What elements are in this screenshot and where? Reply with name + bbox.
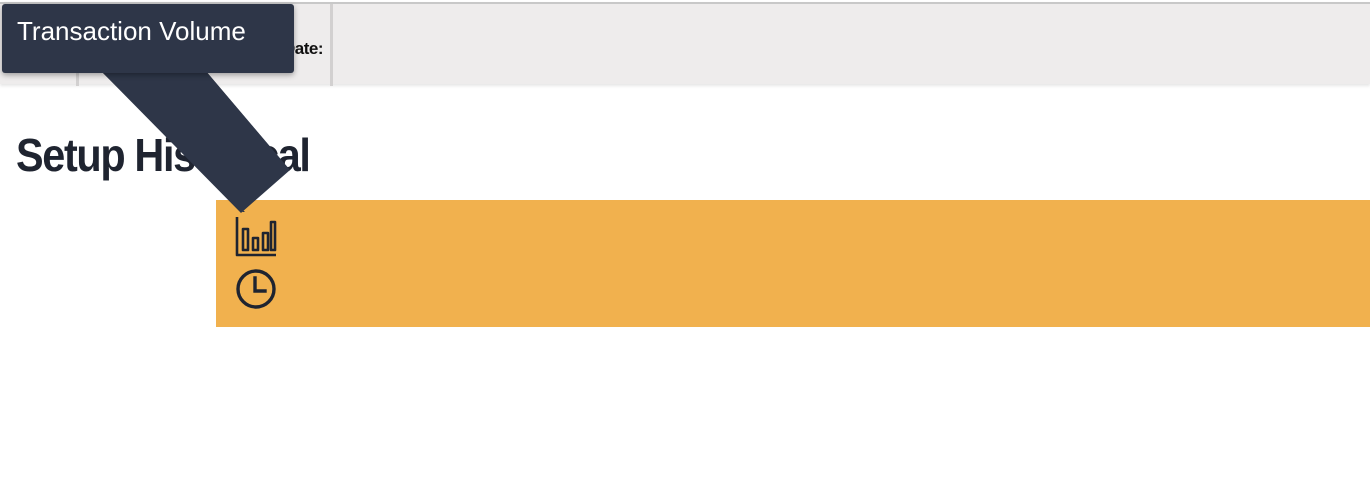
- clock-icon: [236, 269, 276, 309]
- page-title: Setup Historical: [16, 129, 311, 181]
- bar-chart-icon: [235, 217, 277, 257]
- transaction-volume-button[interactable]: [234, 214, 278, 258]
- history-button[interactable]: [234, 266, 278, 310]
- tooltip: Transaction Volume: [2, 4, 294, 73]
- toolbar-divider: [330, 4, 333, 86]
- tool-panel: [216, 200, 1370, 327]
- tooltip-text: Transaction Volume: [17, 16, 246, 46]
